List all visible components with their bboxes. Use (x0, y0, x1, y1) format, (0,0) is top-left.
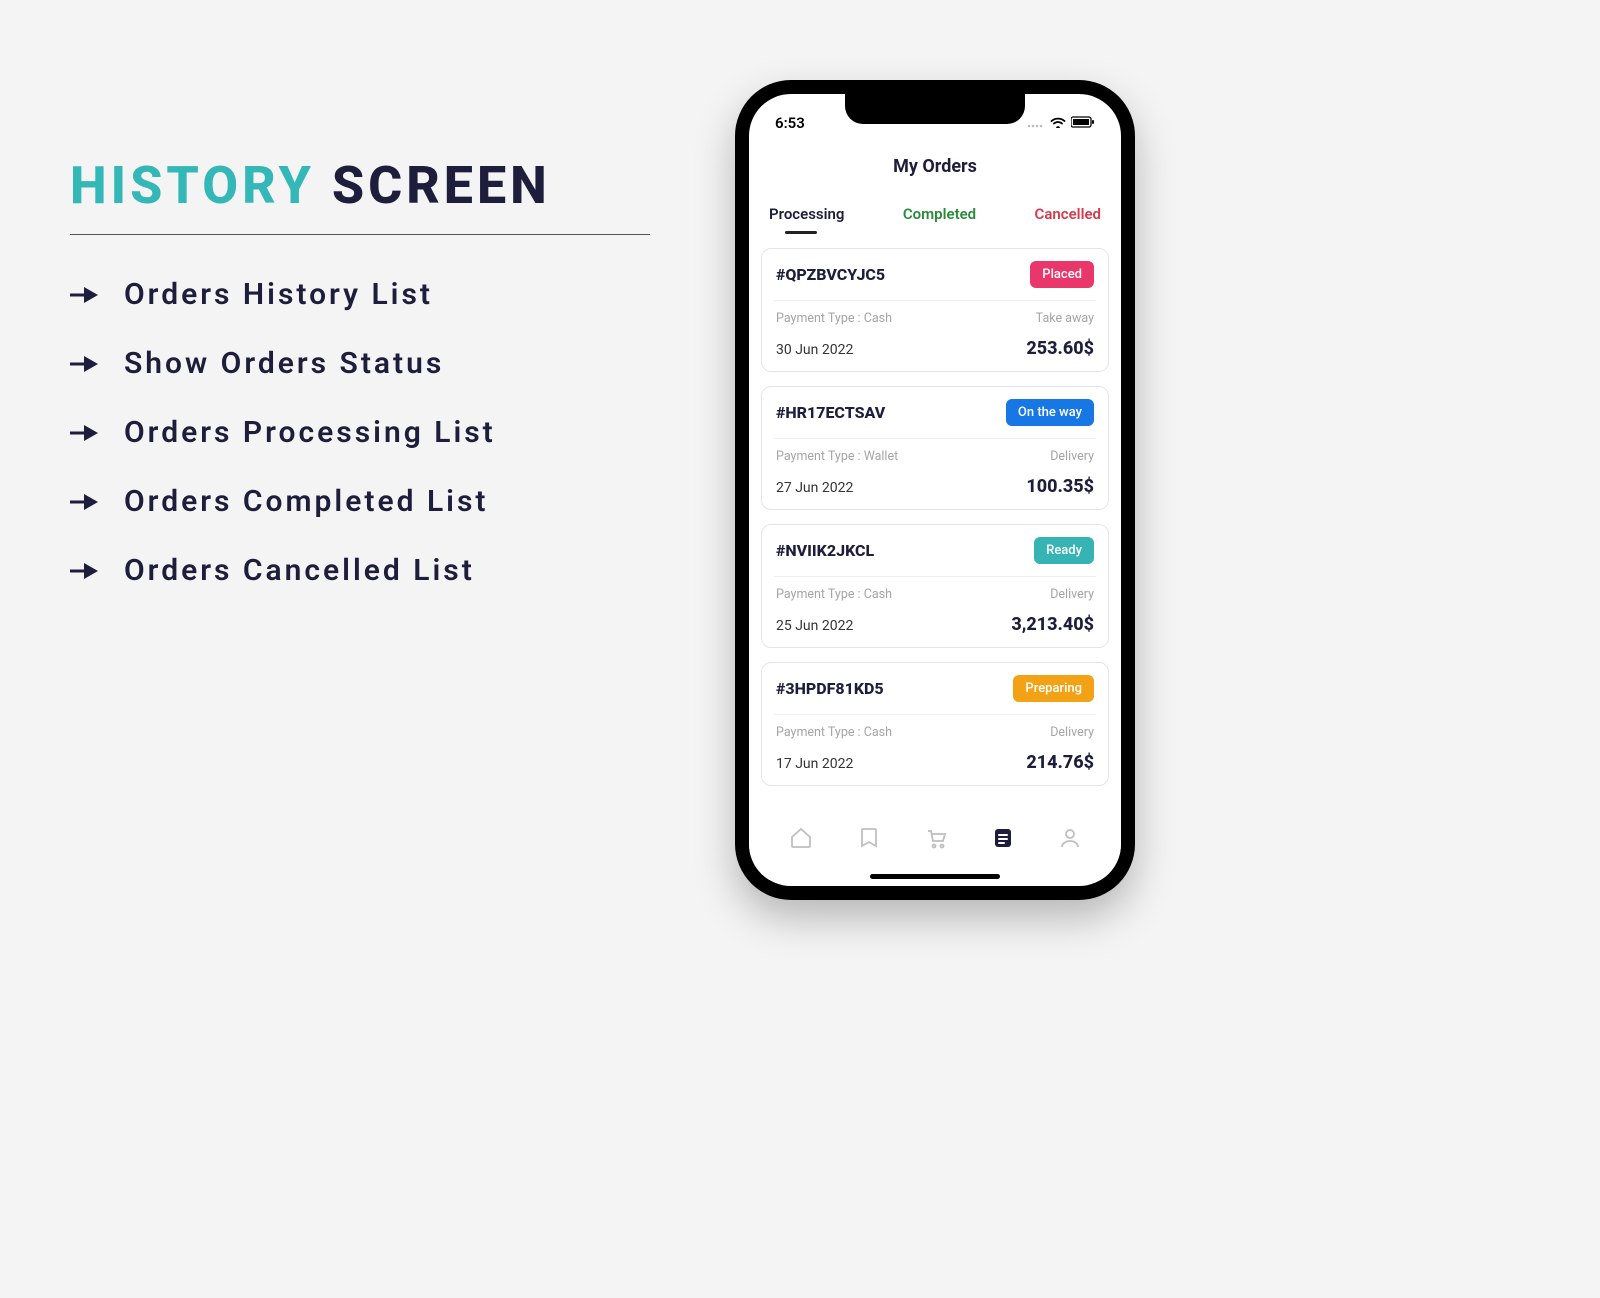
order-date: 17 Jun 2022 (776, 756, 853, 772)
tab-completed[interactable]: Completed (903, 205, 976, 223)
tab-processing[interactable]: Processing (769, 205, 844, 223)
profile-icon[interactable] (1059, 826, 1081, 854)
list-item: Show Orders Status (70, 346, 650, 381)
cellular-icon (1027, 114, 1045, 132)
arrow-right-icon (70, 561, 98, 581)
bullet-label: Show Orders Status (124, 346, 444, 381)
delivery-mode: Delivery (1050, 587, 1094, 602)
delivery-mode: Take away (1036, 311, 1094, 326)
order-date: 30 Jun 2022 (776, 342, 853, 358)
bullet-label: Orders History List (124, 277, 433, 312)
arrow-right-icon (70, 285, 98, 305)
delivery-mode: Delivery (1050, 449, 1094, 464)
order-card[interactable]: #QPZBVCYJC5 Placed Payment Type : Cash Take… (761, 248, 1109, 372)
order-card[interactable]: #NVIIK2JKCL Ready Payment Type : Cash Deliv… (761, 524, 1109, 648)
list-item: Orders Processing List (70, 415, 650, 450)
bullet-label: Orders Processing List (124, 415, 496, 450)
card-divider (774, 714, 1096, 715)
order-card[interactable]: #HR17ECTSAV On the way Payment Type : Wall… (761, 386, 1109, 510)
orders-icon[interactable] (992, 826, 1014, 854)
card-divider (774, 300, 1096, 301)
bullet-label: Orders Cancelled List (124, 553, 475, 588)
phone-frame: 6:53 My Orders Processing Completed Canc… (735, 80, 1135, 900)
heading-dark: SCREEN (332, 155, 551, 216)
order-card[interactable]: #3HPDF81KD5 Preparing Payment Type : Cash D… (761, 662, 1109, 786)
arrow-right-icon (70, 354, 98, 374)
page-heading: HISTORY SCREEN (70, 155, 650, 216)
battery-icon (1071, 114, 1095, 132)
delivery-mode: Delivery (1050, 725, 1094, 740)
status-badge: On the way (1006, 399, 1094, 426)
wifi-icon (1050, 114, 1066, 132)
phone-notch (845, 94, 1025, 124)
bullet-list: Orders History List Show Orders Status O… (70, 277, 650, 588)
order-id: #HR17ECTSAV (776, 403, 885, 422)
bottom-nav (749, 814, 1121, 880)
cart-icon[interactable] (924, 826, 948, 854)
list-item: Orders Cancelled List (70, 553, 650, 588)
heading-accent: HISTORY (70, 155, 315, 216)
status-badge: Ready (1034, 537, 1094, 564)
order-date: 25 Jun 2022 (776, 618, 853, 634)
payment-type: Payment Type : Cash (776, 311, 892, 326)
payment-type: Payment Type : Wallet (776, 449, 898, 464)
left-description-panel: HISTORY SCREEN Orders History List Show … (70, 155, 650, 622)
card-divider (774, 576, 1096, 577)
list-item: Orders Completed List (70, 484, 650, 519)
arrow-right-icon (70, 423, 98, 443)
order-id: #QPZBVCYJC5 (776, 265, 885, 284)
payment-type: Payment Type : Cash (776, 725, 892, 740)
arrow-right-icon (70, 492, 98, 512)
list-item: Orders History List (70, 277, 650, 312)
tab-cancelled[interactable]: Cancelled (1035, 205, 1101, 223)
bullet-label: Orders Completed List (124, 484, 488, 519)
status-badge: Placed (1030, 261, 1094, 288)
orders-list[interactable]: #QPZBVCYJC5 Placed Payment Type : Cash Take… (749, 234, 1121, 786)
order-price: 100.35$ (1026, 476, 1094, 497)
order-id: #NVIIK2JKCL (776, 541, 874, 560)
page-title: My Orders (749, 156, 1121, 177)
order-price: 214.76$ (1026, 752, 1094, 773)
status-badge: Preparing (1013, 675, 1094, 702)
order-price: 253.60$ (1026, 338, 1094, 359)
bookmark-icon[interactable] (858, 826, 880, 854)
order-date: 27 Jun 2022 (776, 480, 853, 496)
order-price: 3,213.40$ (1011, 614, 1094, 635)
home-icon[interactable] (789, 826, 813, 854)
card-divider (774, 438, 1096, 439)
heading-divider (70, 234, 650, 235)
status-icons (1027, 114, 1095, 132)
phone-screen: 6:53 My Orders Processing Completed Canc… (749, 94, 1121, 886)
order-id: #3HPDF81KD5 (776, 679, 884, 698)
order-tabs: Processing Completed Cancelled (749, 205, 1121, 223)
status-time: 6:53 (775, 114, 805, 132)
payment-type: Payment Type : Cash (776, 587, 892, 602)
home-indicator[interactable] (870, 874, 1000, 879)
